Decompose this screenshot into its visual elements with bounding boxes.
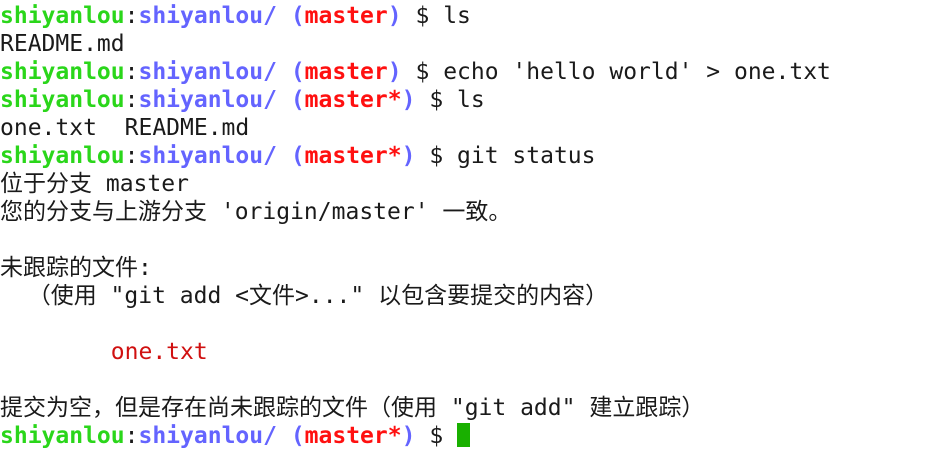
paren-close: ) <box>401 423 430 449</box>
git-branch: master* <box>304 143 402 169</box>
paren-open: ( <box>276 143 305 169</box>
command-text: ls <box>443 3 471 29</box>
paren-open: ( <box>276 3 305 29</box>
output-text: 您的分支与上游分支 'origin/master' 一致。 <box>0 199 512 225</box>
prompt-path: shiyanlou/ <box>138 59 277 85</box>
output-text: 未跟踪的文件: <box>0 255 152 281</box>
prompt-separator: : <box>124 59 139 85</box>
output-line: （使用 "git add <文件>..." 以包含要提交的内容） <box>0 282 831 310</box>
command-text: echo 'hello world' > one.txt <box>443 59 831 85</box>
prompt-user: shiyanlou <box>0 143 125 169</box>
terminal[interactable]: shiyanlou:shiyanlou/ (master) $ ls README… <box>0 2 831 450</box>
paren-close: ) <box>401 87 430 113</box>
prompt-separator: : <box>124 143 139 169</box>
paren-open: ( <box>276 87 305 113</box>
paren-close: ) <box>401 143 430 169</box>
paren-open: ( <box>276 423 305 449</box>
prompt-dollar: $ <box>429 423 444 449</box>
prompt-path: shiyanlou/ <box>138 143 277 169</box>
terminal-cursor[interactable] <box>457 423 471 447</box>
prompt-line: shiyanlou:shiyanlou/ (master) $ echo 'he… <box>0 58 831 86</box>
prompt-separator: : <box>124 423 139 449</box>
output-text: （使用 "git add <文件>..." 以包含要提交的内容） <box>0 283 609 309</box>
prompt-line: shiyanlou:shiyanlou/ (master*) $ git sta… <box>0 142 831 170</box>
output-text: one.txt README.md <box>0 115 250 141</box>
output-text: README.md <box>0 31 125 57</box>
paren-close: ) <box>387 59 416 85</box>
output-line: 您的分支与上游分支 'origin/master' 一致。 <box>0 198 831 226</box>
output-line: one.txt README.md <box>0 114 831 142</box>
output-text: 提交为空，但是存在尚未跟踪的文件（使用 "git add" 建立跟踪） <box>0 395 705 421</box>
prompt-user: shiyanlou <box>0 423 125 449</box>
output-line: 位于分支 master <box>0 170 831 198</box>
paren-open: ( <box>276 59 305 85</box>
prompt-dollar: $ <box>415 59 430 85</box>
prompt-path: shiyanlou/ <box>138 87 277 113</box>
prompt-dollar: $ <box>429 143 444 169</box>
prompt-dollar: $ <box>429 87 444 113</box>
command-text: git status <box>457 143 596 169</box>
git-branch: master* <box>304 87 402 113</box>
output-line: 未跟踪的文件: <box>0 254 831 282</box>
prompt-path: shiyanlou/ <box>138 423 277 449</box>
prompt-separator: : <box>124 3 139 29</box>
prompt-user: shiyanlou <box>0 59 125 85</box>
prompt-user: shiyanlou <box>0 3 125 29</box>
prompt-user: shiyanlou <box>0 87 125 113</box>
prompt-line: shiyanlou:shiyanlou/ (master*) $ <box>0 422 831 450</box>
output-line: README.md <box>0 30 831 58</box>
prompt-line: shiyanlou:shiyanlou/ (master) $ ls <box>0 2 831 30</box>
prompt-dollar: $ <box>415 3 430 29</box>
untracked-file-line: one.txt <box>0 338 831 366</box>
git-branch: master <box>304 59 388 85</box>
prompt-line: shiyanlou:shiyanlou/ (master*) $ ls <box>0 86 831 114</box>
git-branch: master* <box>304 423 402 449</box>
paren-close: ) <box>387 3 416 29</box>
prompt-separator: : <box>124 87 139 113</box>
untracked-file: one.txt <box>0 339 208 365</box>
output-text: 位于分支 master <box>0 171 189 197</box>
output-line: 提交为空，但是存在尚未跟踪的文件（使用 "git add" 建立跟踪） <box>0 394 831 422</box>
prompt-path: shiyanlou/ <box>138 3 277 29</box>
git-branch: master <box>304 3 388 29</box>
command-text: ls <box>457 87 485 113</box>
